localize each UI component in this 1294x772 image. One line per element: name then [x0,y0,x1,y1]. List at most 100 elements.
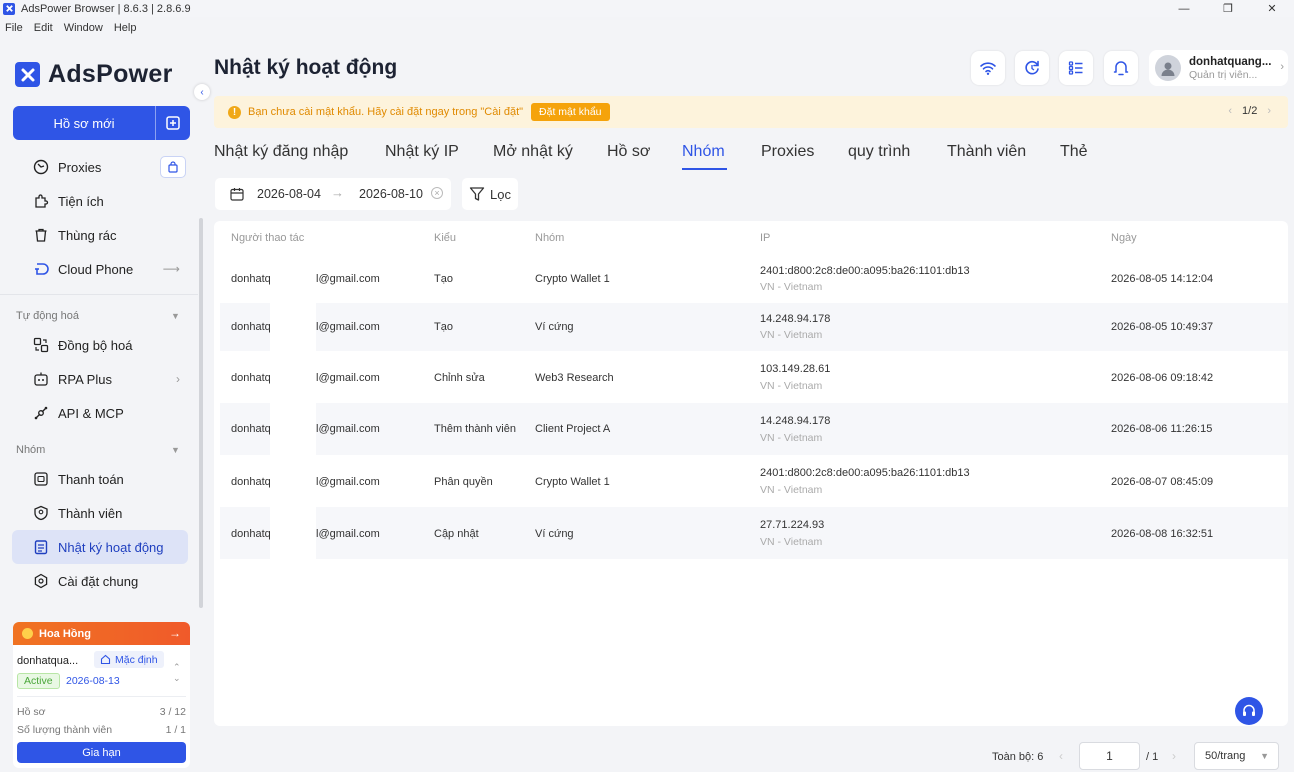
chevron-updown-icon[interactable]: ⌃ ⌄ [173,662,181,684]
tab-ip-log[interactable]: Nhật ký IP [385,143,459,161]
network-button[interactable] [971,51,1005,85]
tab-proxies[interactable]: Proxies [761,143,814,161]
date-range-picker[interactable]: 2026-08-04 → 2026-08-10 × [215,178,451,210]
date-from[interactable]: 2026-08-04 [257,187,321,201]
refresh-icon [1025,60,1039,75]
arrow-right-icon[interactable]: → [169,626,181,640]
filter-icon [469,187,485,201]
table-row[interactable]: donhatq l@gmail.com Cập nhật Ví cứng 27.… [220,507,1288,559]
table-row[interactable]: donhatq l@gmail.com Chỉnh sửa Web3 Resea… [220,351,1288,403]
brand-logo[interactable]: AdsPower [15,60,173,89]
chevron-left-icon[interactable]: ‹ [1228,105,1232,117]
task-list-button[interactable] [1059,51,1093,85]
page-size-select[interactable]: 50/trang ▼ [1194,742,1279,770]
col-group: Nhóm [535,232,565,244]
tab-profiles[interactable]: Hồ sơ [607,143,650,161]
proxy-shop-button[interactable] [160,156,186,178]
group-name: Crypto Wallet 1 [535,273,610,285]
window-title: AdsPower Browser | 8.6.3 | 2.8.6.9 [21,2,191,15]
set-password-button[interactable]: Đặt mật khẩu [531,103,610,121]
sidebar-item-label: Đồng bộ hoá [58,337,133,353]
ip-location: VN - Vietnam [760,432,823,444]
log-date: 2026-08-07 08:45:09 [1111,476,1214,488]
operator-name: donhatq [231,423,271,435]
new-profile-button[interactable]: Hồ sơ mới [13,106,190,140]
sidebar-item-proxies[interactable]: Proxies [12,150,188,184]
table-row[interactable]: donhatq l@gmail.com Thêm thành viên Clie… [220,403,1288,455]
total-count: Toàn bộ: 6 [992,751,1044,763]
sidebar-item-rpa-plus[interactable]: RPA Plus › [12,362,188,396]
menu-file[interactable]: File [5,22,23,34]
renew-button[interactable]: Gia hạn [17,742,186,763]
next-page-button[interactable]: › [1172,749,1176,763]
chevron-down-icon[interactable]: ▼ [171,311,180,321]
sidebar-item-label: RPA Plus [58,371,112,387]
prev-page-button[interactable]: ‹ [1059,749,1063,763]
menu-edit[interactable]: Edit [34,22,53,34]
page-size-value: 50/trang [1205,750,1246,762]
section-team[interactable]: Nhóm [16,444,45,456]
minimize-button[interactable]: — [1162,0,1206,17]
group-name: Ví cứng [535,528,574,540]
profiles-usage-row: Hồ sơ 3 / 12 [17,706,186,718]
user-avatar-icon [1161,62,1175,76]
default-label: Mặc định [115,653,158,666]
close-window-button[interactable]: ✕ [1250,0,1294,17]
operator-name: donhatq [231,321,271,333]
chevron-right-icon: › [176,372,180,386]
tab-members[interactable]: Thành viên [947,143,1026,161]
sidebar-item-trash[interactable]: Thùng rác [12,218,188,252]
maximize-button[interactable]: ❐ [1206,0,1250,17]
commission-header[interactable]: Hoa Hồng → [13,622,190,645]
tab-open-log[interactable]: Mở nhật ký [493,143,573,161]
sync-status-button[interactable] [1015,51,1049,85]
filter-button[interactable]: Lọc [462,178,518,210]
menu-help[interactable]: Help [114,22,137,34]
chevron-right-icon[interactable]: › [1267,105,1271,117]
menu-window[interactable]: Window [64,22,103,34]
sidebar-divider [0,294,198,295]
page-number-input[interactable]: 1 [1079,742,1140,770]
sidebar-item-general-settings[interactable]: Cài đặt chung [12,564,188,598]
default-workspace-badge[interactable]: Mặc định [94,651,164,668]
chevron-down-icon[interactable]: ▼ [171,445,180,455]
sidebar-item-sync[interactable]: Đồng bộ hoá [12,328,188,362]
wifi-icon [980,62,996,75]
date-to[interactable]: 2026-08-10 [359,187,423,201]
sidebar-item-cloud-phone[interactable]: Cloud Phone ⟶ [12,252,188,286]
action-type: Cập nhật [434,528,479,540]
profiles-value: 3 / 12 [159,706,186,718]
members-usage-row: Số lượng thành viên 1 / 1 [17,724,186,736]
tab-groups[interactable]: Nhóm [682,143,725,161]
table-row[interactable]: donhatq l@gmail.com Tạo Ví cứng 14.248.9… [220,303,1288,351]
sidebar-item-billing[interactable]: Thanh toán [12,462,188,496]
members-label: Số lượng thành viên [17,724,113,736]
batch-add-button[interactable] [155,106,190,140]
sidebar-item-api-mcp[interactable]: API & MCP [12,396,188,430]
table-row[interactable]: donhatq l@gmail.com Phân quyền Crypto Wa… [220,455,1288,507]
tab-workflows[interactable]: quy trình [848,143,910,161]
cloud-phone-icon [32,260,50,278]
bell-icon [1113,61,1129,76]
sidebar-item-members[interactable]: Thành viên [12,496,188,530]
collapse-sidebar-button[interactable]: ‹ [194,84,210,100]
clear-date-icon[interactable]: × [431,187,443,199]
new-profile-label[interactable]: Hồ sơ mới [13,106,155,140]
table-row[interactable]: donhatq l@gmail.com Tạo Crypto Wallet 1 … [220,254,1288,303]
notifications-button[interactable] [1104,51,1138,85]
support-chat-button[interactable] [1235,697,1263,725]
sidebar-scrollbar[interactable] [199,218,203,608]
sidebar-item-extensions[interactable]: Tiện ích [12,184,188,218]
billing-icon [32,470,50,488]
sidebar-item-label: Thanh toán [58,471,124,487]
sidebar-item-label: Nhật ký hoạt động [58,539,164,555]
sidebar-item-label: Cài đặt chung [58,573,139,589]
operator-email: l@gmail.com [316,528,380,540]
activity-log-icon [32,538,50,556]
tab-login-log[interactable]: Nhật ký đăng nhập [214,143,348,161]
section-automation[interactable]: Tự động hoá [16,310,79,322]
tab-tags[interactable]: Thẻ [1060,143,1088,161]
user-menu[interactable]: donhatquang... Quản trị viên... › [1149,50,1288,86]
sidebar-item-activity-log[interactable]: Nhật ký hoạt động [12,530,188,564]
globe-icon [32,158,50,176]
